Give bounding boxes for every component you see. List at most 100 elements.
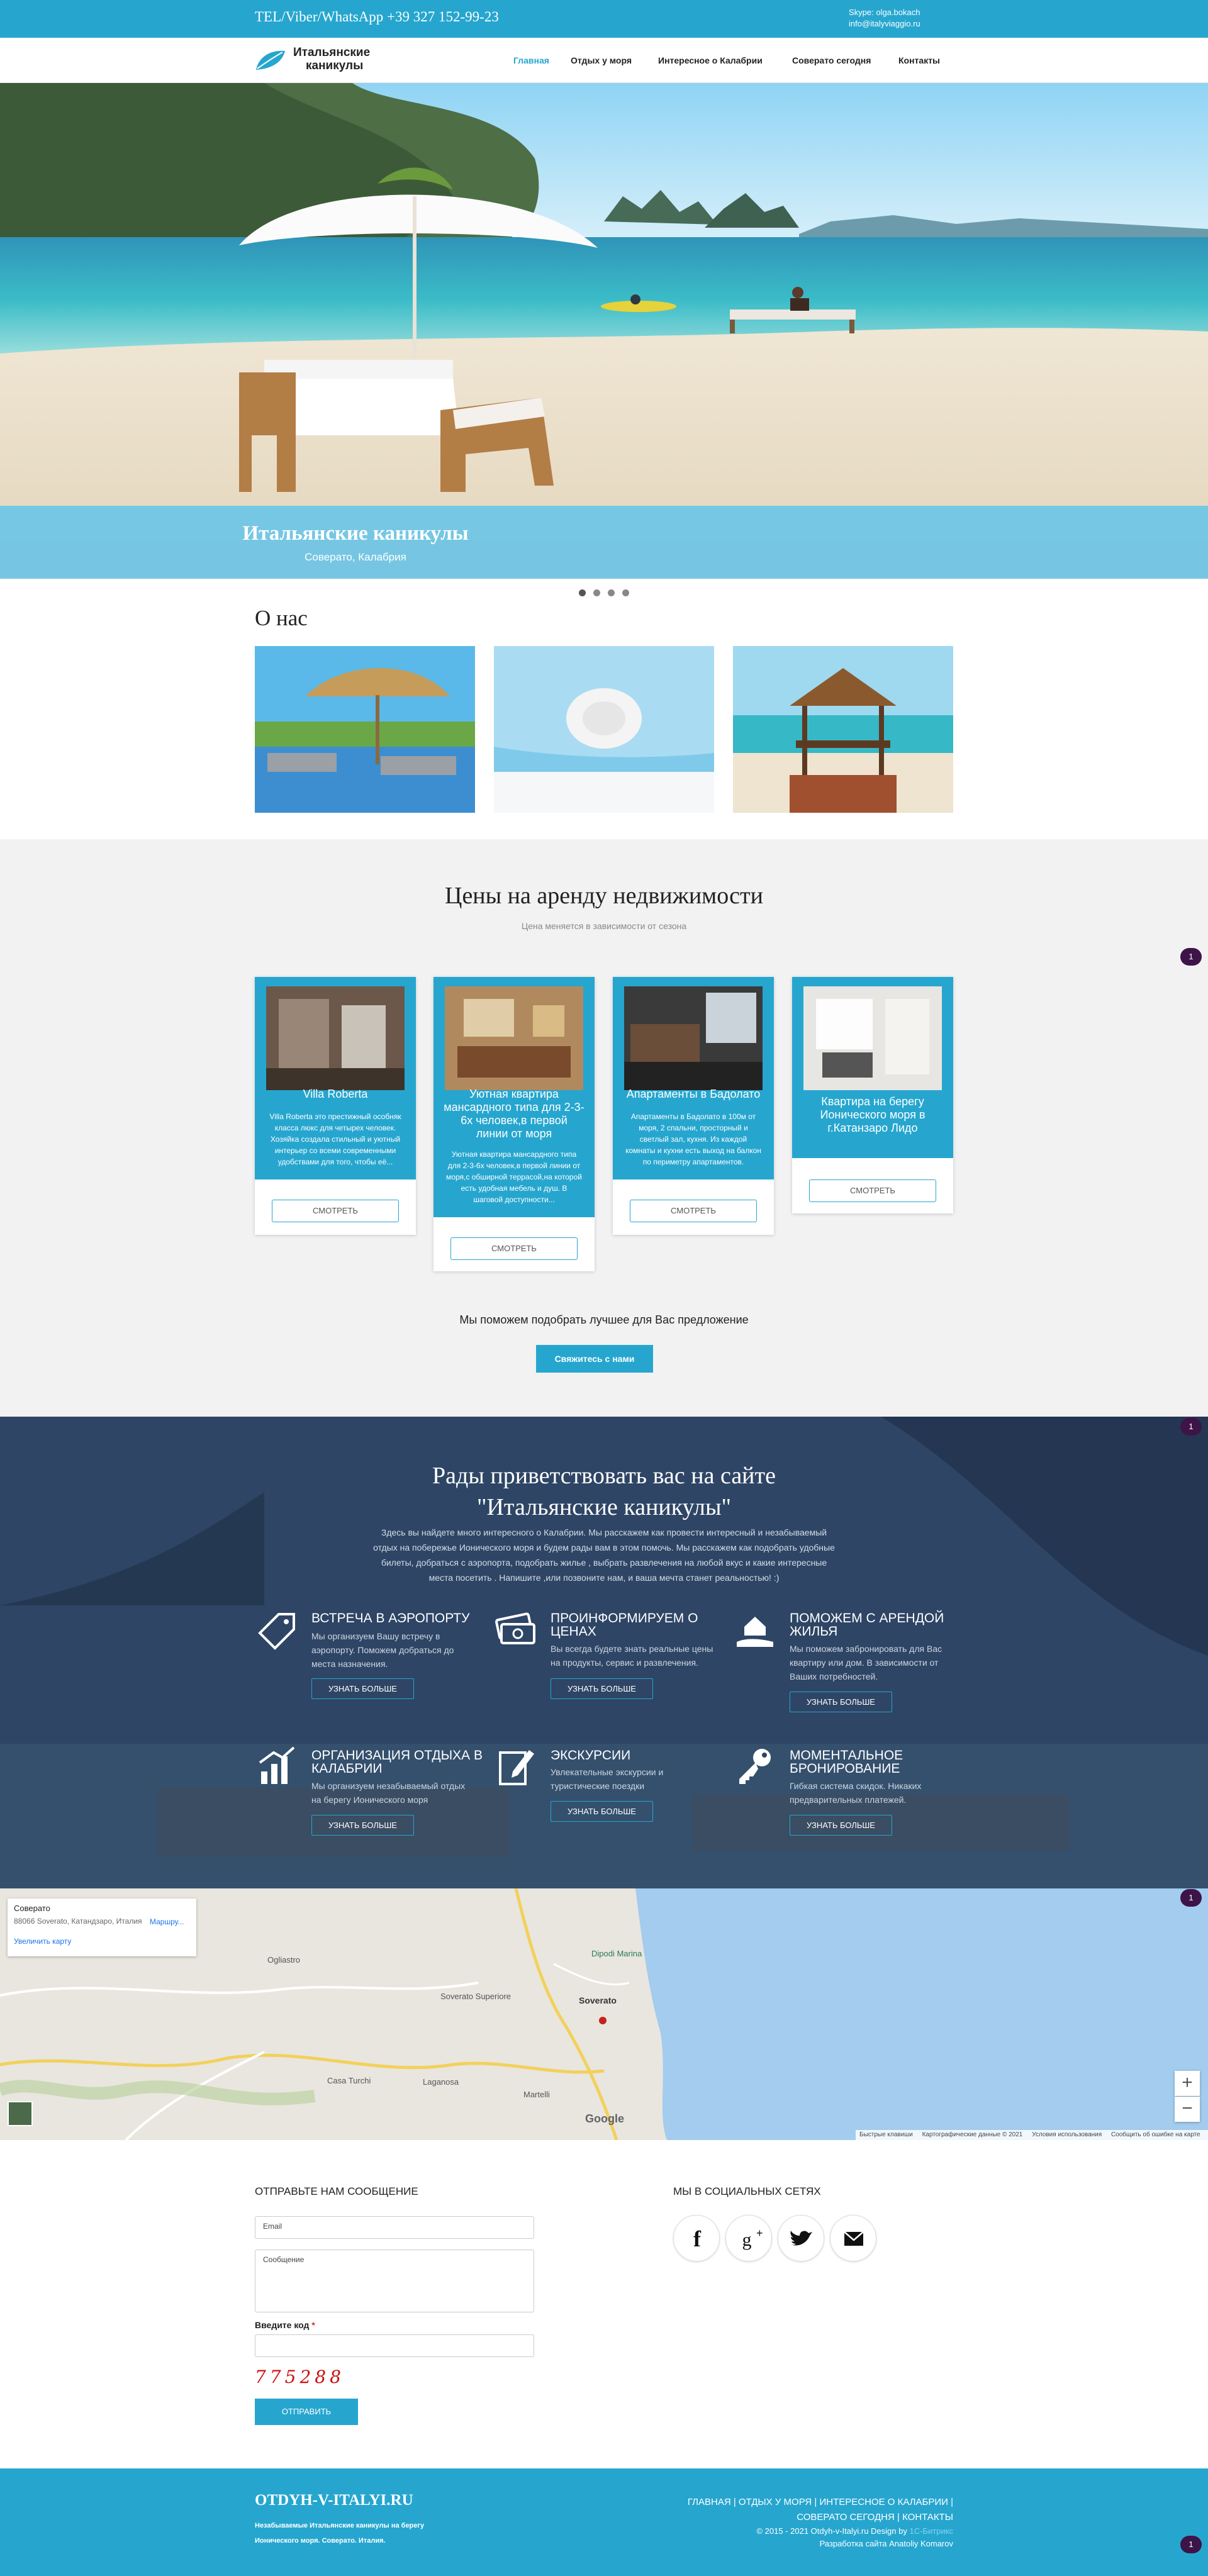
footer-link-soverato[interactable]: СОВЕРАТО СЕГОДНЯ — [797, 2512, 895, 2523]
notification-badge[interactable]: 1 — [1180, 948, 1202, 966]
footer-description: Незабываемые Итальянские каникулы на бер… — [255, 2518, 444, 2548]
message-field[interactable]: Сообщение — [255, 2250, 534, 2312]
desc-line: Апартаменты в Бадолато в 100м от — [630, 1112, 756, 1121]
email-field[interactable]: Email — [255, 2216, 534, 2239]
view-button[interactable]: СМОТРЕТЬ — [272, 1200, 399, 1222]
map-footer-link[interactable]: Быстрые клавиши — [856, 2130, 917, 2140]
card-body: Апартаменты в Бадолато Апартаменты в Бад… — [613, 977, 774, 1179]
google-logo: Google — [585, 2112, 624, 2125]
captcha-label: Введите код * — [255, 2320, 315, 2330]
contact-us-button[interactable]: Свяжитесь с нами — [536, 1345, 653, 1373]
mail-icon[interactable] — [830, 2215, 876, 2261]
svg-text:f: f — [693, 2226, 702, 2251]
zoom-in-button[interactable]: + — [1175, 2071, 1200, 2096]
learn-more-button[interactable]: УЗНАТЬ БОЛЬШЕ — [311, 1815, 414, 1836]
nav-home[interactable]: Главная — [513, 55, 549, 65]
card-description: Апартаменты в Бадолато в 100м от моря, 2… — [624, 1111, 763, 1168]
captcha-input[interactable] — [255, 2334, 534, 2357]
welcome-text: Здесь вы найдете много интересного о Кал… — [371, 1525, 837, 1585]
twitter-icon[interactable] — [778, 2215, 824, 2261]
tag-icon — [258, 1613, 295, 1650]
facebook-icon[interactable]: f — [673, 2215, 720, 2261]
slider-dot-2[interactable] — [593, 589, 600, 596]
property-card-villa-roberta[interactable]: Villa Roberta Villa Roberta это престижн… — [255, 977, 416, 1235]
prices-subtitle: Цена меняется в зависимости от сезона — [521, 921, 687, 931]
property-card-attic-apartment[interactable]: Уютная квартира мансардного типа для 2-3… — [433, 977, 595, 1271]
map-footer-link[interactable]: Условия использования — [1028, 2130, 1105, 2140]
zoom-out-button[interactable]: − — [1175, 2097, 1200, 2122]
email-text[interactable]: info@italyviaggio.ru — [849, 18, 920, 30]
route-link[interactable]: Маршру... — [150, 1917, 184, 1926]
footer-link-sea[interactable]: ОТДЫХ У МОРЯ — [739, 2497, 812, 2507]
welcome-text-line: Здесь вы найдете много интересного о Кал… — [381, 1527, 827, 1537]
map-label: Ogliastro — [267, 1955, 301, 1965]
learn-more-button[interactable]: УЗНАТЬ БОЛЬШЕ — [551, 1678, 653, 1699]
service-title-line: ВСТРЕЧА В АЭРОПОРТУ — [311, 1611, 470, 1625]
leaf-logo-icon[interactable] — [255, 48, 286, 71]
slider-dot-4[interactable] — [622, 589, 629, 596]
phone-number: TEL/Viber/WhatsApp +39 327 152-99-23 — [255, 9, 499, 25]
learn-more-button[interactable]: УЗНАТЬ БОЛЬШЕ — [551, 1801, 653, 1822]
nav-calabria[interactable]: Интересное о Калабрии — [658, 55, 763, 65]
notification-badge[interactable]: 1 — [1180, 2536, 1202, 2553]
desc-line: шаговой доступности... — [473, 1195, 555, 1204]
slider-dot-1[interactable] — [579, 589, 586, 596]
service-text: Мы поможем забронировать для Вас квартир… — [790, 1642, 942, 1683]
service-text-line: на продукты, сервис и развлечения. — [551, 1658, 698, 1668]
service-text-line: аэропорту. Поможем добраться до — [311, 1645, 454, 1655]
satellite-toggle[interactable] — [8, 2101, 33, 2126]
service-text-line: туристические поездки — [551, 1781, 645, 1791]
chart-icon — [259, 1746, 295, 1784]
service-title-line: ПОМОЖЕМ С АРЕНДОЙ — [790, 1611, 944, 1625]
service-title: ВСТРЕЧА В АЭРОПОРТУ — [311, 1612, 469, 1625]
logo-line-2: каникулы — [306, 59, 364, 72]
welcome-title-line: "Итальянские каникулы" — [476, 1494, 732, 1520]
footer-link-calabria[interactable]: ИНТЕРЕСНОЕ О КАЛАБРИИ — [819, 2497, 948, 2507]
map-label: Laganosa — [423, 2077, 459, 2087]
slider-dot-3[interactable] — [608, 589, 615, 596]
learn-more-button[interactable]: УЗНАТЬ БОЛЬШЕ — [790, 1815, 892, 1836]
bitrix-link[interactable]: 1С-Битрикс — [909, 2526, 953, 2536]
card-title: Уютная квартира мансардного типа для 2-3… — [440, 1088, 588, 1140]
learn-more-button[interactable]: УЗНАТЬ БОЛЬШЕ — [790, 1692, 892, 1712]
service-title-line: ПРОИНФОРМИРУЕМ О — [551, 1611, 698, 1625]
card-photo — [624, 986, 763, 1090]
footer-copyright: © 2015 - 2021 Otdyh-v-Italyi.ru Design b… — [664, 2525, 953, 2550]
footer-link-contacts[interactable]: КОНТАКТЫ — [902, 2512, 953, 2523]
card-title: Апартаменты в Бадолато — [626, 1088, 761, 1100]
property-card-badolato[interactable]: Апартаменты в Бадолато Апартаменты в Бад… — [613, 977, 774, 1235]
hero-slider[interactable] — [0, 83, 1208, 579]
notification-badge[interactable]: 1 — [1180, 1889, 1202, 1907]
key-icon — [739, 1749, 771, 1784]
card-photo — [266, 986, 405, 1090]
service-title-line: ЦЕНАХ — [551, 1624, 596, 1639]
view-button[interactable]: СМОТРЕТЬ — [630, 1200, 757, 1222]
footer-link-home[interactable]: ГЛАВНАЯ — [688, 2497, 731, 2507]
google-plus-icon[interactable]: g + — [725, 2215, 772, 2261]
notification-badge[interactable]: 1 — [1180, 1418, 1202, 1436]
title-line: линии от моря — [476, 1127, 552, 1140]
card-photo — [803, 986, 942, 1090]
welcome-title: Рады приветствовать вас на сайте "Италья… — [0, 1460, 1208, 1523]
view-button[interactable]: СМОТРЕТЬ — [809, 1179, 936, 1202]
send-button[interactable]: ОТПРАВИТЬ — [255, 2399, 358, 2425]
site-logo[interactable]: Итальянские каникулы — [293, 46, 370, 72]
help-text: Мы поможем подобрать лучшее для Вас пред… — [459, 1313, 749, 1326]
card-title: Villa Roberta — [303, 1088, 368, 1100]
service-text-line: на берегу Ионического моря — [311, 1795, 428, 1805]
captcha-image: 775288 — [255, 2367, 345, 2387]
nav-contacts[interactable]: Контакты — [898, 55, 940, 65]
property-card-catanzaro-lido[interactable]: Квартира на берегу Ионического моря в г.… — [792, 977, 953, 1213]
map-footer-link[interactable]: Сообщить об ошибке на карте — [1107, 2130, 1204, 2140]
service-text-line: предварительных платежей. — [790, 1795, 907, 1805]
enlarge-map-link[interactable]: Увеличить карту — [14, 1937, 71, 1946]
footer-brand[interactable]: OTDYH-V-ITALYI.RU — [255, 2492, 413, 2509]
about-image-pool — [255, 646, 475, 813]
nav-sea-holidays[interactable]: Отдых у моря — [571, 55, 632, 65]
learn-more-button[interactable]: УЗНАТЬ БОЛЬШЕ — [311, 1678, 414, 1699]
contact-info: Skype: olga.bokach info@italyviaggio.ru — [849, 7, 920, 30]
card-body: Villa Roberta Villa Roberta это престижн… — [255, 977, 416, 1179]
nav-soverato-today[interactable]: Соверато сегодня — [792, 55, 871, 65]
desc-line: по периметру апартаментов. — [642, 1157, 744, 1166]
view-button[interactable]: СМОТРЕТЬ — [450, 1237, 578, 1260]
